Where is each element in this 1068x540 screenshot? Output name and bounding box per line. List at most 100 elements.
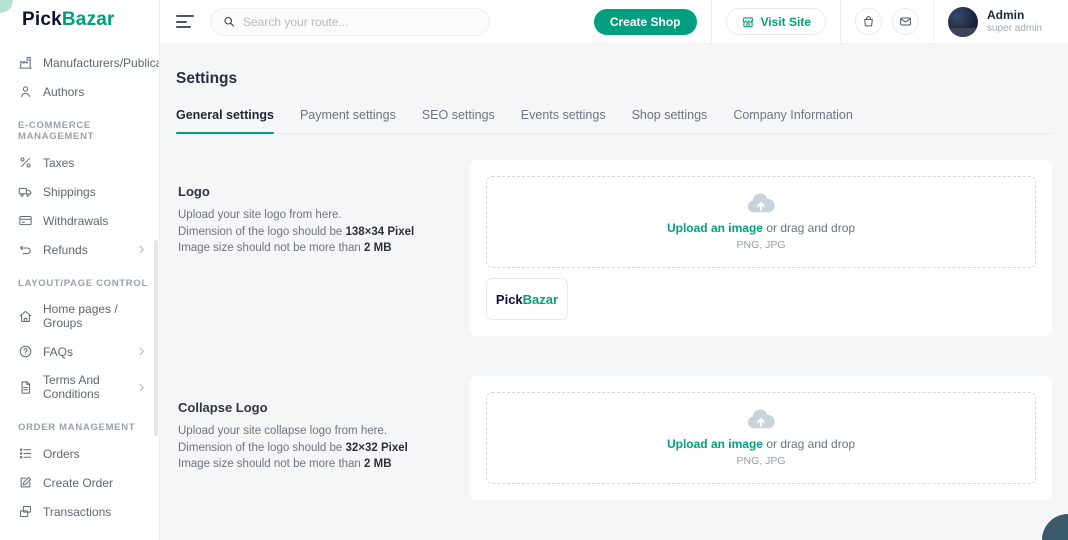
sidebar-item-faqs[interactable]: FAQs <box>0 337 159 366</box>
sidebar-item-label: Terms And Conditions <box>43 373 126 401</box>
tab-shop-settings[interactable]: Shop settings <box>632 108 708 133</box>
tab-company-information[interactable]: Company Information <box>733 108 853 133</box>
user-role: super admin <box>987 23 1042 35</box>
chevron-right-icon <box>136 382 147 393</box>
sidebar-item-label: Refunds <box>43 243 88 257</box>
sidebar-item-taxes[interactable]: Taxes <box>0 148 159 177</box>
bag-icon <box>862 15 875 28</box>
logo-card: Upload an image or drag and drop PNG, JP… <box>470 160 1052 336</box>
brand-primary: Pick <box>22 9 62 31</box>
tab-payment-settings[interactable]: Payment settings <box>300 108 396 133</box>
home-icon <box>18 309 33 324</box>
upload-image-link[interactable]: Upload an image <box>667 221 763 235</box>
sidebar-section-header: User Control <box>0 526 159 540</box>
sidebar-item-label: Withdrawals <box>43 214 108 228</box>
logo-desc-line: Dimension of the logo should be 138×34 P… <box>178 224 440 241</box>
collapse-logo-heading: Collapse Logo <box>178 400 440 415</box>
sidebar-item-label: Orders <box>43 447 80 461</box>
visit-site-button[interactable]: Visit Site <box>726 8 826 35</box>
user-menu[interactable]: Admin super admin <box>948 7 1042 37</box>
sidebar-item-label: Manufacturers/Publications <box>43 56 159 70</box>
topbar-actions: Create Shop Visit Site <box>580 0 1056 43</box>
create-shop-button[interactable]: Create Shop <box>594 9 697 35</box>
author-icon <box>18 84 33 99</box>
app-window: PickBazar Manufacturers/Publications Auth… <box>0 0 1068 540</box>
sidebar-item-refunds[interactable]: Refunds <box>0 235 159 264</box>
messages-button[interactable] <box>892 8 919 35</box>
page-title: Settings <box>176 70 1052 88</box>
upload-instructions: Upload an image or drag and drop <box>667 221 855 235</box>
collapse-logo-desc-line: Upload your site collapse logo from here… <box>178 423 440 440</box>
shop-bag-button[interactable] <box>855 8 882 35</box>
upload-formats: PNG, JPG <box>736 239 785 251</box>
list-icon <box>18 446 33 461</box>
sidebar-scrollbar[interactable] <box>154 240 158 436</box>
envelope-icon <box>899 15 912 28</box>
help-circle-icon <box>18 344 33 359</box>
sidebar-item-label: Taxes <box>43 156 74 170</box>
tab-general-settings[interactable]: General settings <box>176 108 274 133</box>
upload-instructions: Upload an image or drag and drop <box>667 437 855 451</box>
sidebar-section-header: E-commerce Management <box>0 106 159 148</box>
avatar <box>948 7 978 37</box>
sidebar-nav: Manufacturers/Publications Authors E-comme… <box>0 40 159 540</box>
storefront-icon <box>741 15 755 29</box>
logo-heading: Logo <box>178 184 440 199</box>
logo-desc-line: Upload your site logo from here. <box>178 207 440 224</box>
sidebar-item-terms-and-conditions[interactable]: Terms And Conditions <box>0 366 159 408</box>
tab-seo-settings[interactable]: SEO settings <box>422 108 495 133</box>
sidebar-item-label: Shippings <box>43 185 96 199</box>
document-icon <box>18 380 33 395</box>
collapse-logo-upload-dropzone[interactable]: Upload an image or drag and drop PNG, JP… <box>486 392 1036 484</box>
menu-toggle-icon[interactable] <box>176 15 194 28</box>
brand-logo[interactable]: PickBazar <box>0 0 159 40</box>
search-input[interactable] <box>243 15 477 29</box>
topbar: Create Shop Visit Site <box>160 0 1068 44</box>
percent-icon <box>18 155 33 170</box>
settings-page: Settings General settings Payment setting… <box>160 44 1068 540</box>
sidebar-item-label: Authors <box>43 85 84 99</box>
visit-site-label: Visit Site <box>761 15 811 29</box>
upload-formats: PNG, JPG <box>736 455 785 467</box>
user-name: Admin <box>987 8 1042 22</box>
factory-icon <box>18 55 33 70</box>
logo-upload-dropzone[interactable]: Upload an image or drag and drop PNG, JP… <box>486 176 1036 268</box>
cloud-upload-icon <box>746 407 776 431</box>
main-column: Create Shop Visit Site <box>160 0 1068 540</box>
sidebar-section-header: Layout/Page Control <box>0 264 159 295</box>
sidebar-item-orders[interactable]: Orders <box>0 439 159 468</box>
sidebar-item-create-order[interactable]: Create Order <box>0 468 159 497</box>
sidebar-item-label: Transactions <box>43 505 111 519</box>
refund-icon <box>18 242 33 257</box>
settings-tabs: General settings Payment settings SEO sett… <box>176 108 1052 134</box>
transactions-icon <box>18 504 33 519</box>
collapse-logo-desc-line: Image size should not be more than 2 MB <box>178 456 440 473</box>
logo-section: Logo Upload your site logo from here. Di… <box>176 160 1052 336</box>
sidebar-item-label: Create Order <box>43 476 113 490</box>
sidebar-item-transactions[interactable]: Transactions <box>0 497 159 526</box>
sidebar-section-header: Order Management <box>0 408 159 439</box>
search-bar[interactable] <box>210 8 490 36</box>
sidebar-item-authors[interactable]: Authors <box>0 77 159 106</box>
sidebar: PickBazar Manufacturers/Publications Auth… <box>0 0 160 540</box>
truck-icon <box>18 184 33 199</box>
sidebar-item-label: FAQs <box>43 345 73 359</box>
logo-desc-line: Image size should not be more than 2 MB <box>178 240 440 257</box>
chevron-right-icon <box>136 346 147 357</box>
edit-icon <box>18 475 33 490</box>
collapse-logo-card: Upload an image or drag and drop PNG, JP… <box>470 376 1052 500</box>
sidebar-item-label: Home pages / Groups <box>43 302 147 330</box>
sidebar-item-manufacturers-publications[interactable]: Manufacturers/Publications <box>0 48 159 77</box>
card-icon <box>18 213 33 228</box>
search-icon <box>223 15 235 28</box>
sidebar-item-shippings[interactable]: Shippings <box>0 177 159 206</box>
chevron-right-icon <box>136 244 147 255</box>
sidebar-item-home-pages-groups[interactable]: Home pages / Groups <box>0 295 159 337</box>
upload-image-link[interactable]: Upload an image <box>667 437 763 451</box>
collapse-logo-desc-line: Dimension of the logo should be 32×32 Pi… <box>178 440 440 457</box>
logo-thumbnail[interactable]: PickBazar <box>486 278 568 320</box>
collapse-logo-section: Collapse Logo Upload your site collapse … <box>176 376 1052 500</box>
cloud-upload-icon <box>746 191 776 215</box>
sidebar-item-withdrawals[interactable]: Withdrawals <box>0 206 159 235</box>
tab-events-settings[interactable]: Events settings <box>521 108 606 133</box>
